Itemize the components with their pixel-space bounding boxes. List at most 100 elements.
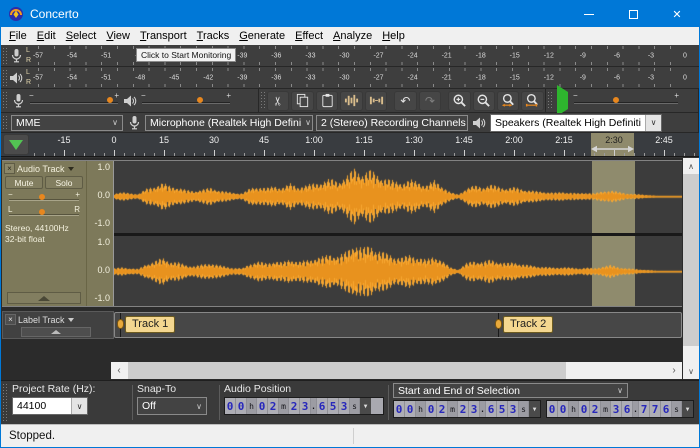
waveform-lane[interactable]	[114, 161, 682, 306]
redo-button[interactable]: ↷	[419, 91, 441, 111]
track-menu-icon[interactable]	[68, 167, 74, 171]
pinned-play-head-button[interactable]	[3, 134, 29, 155]
scroll-right-arrow[interactable]: ›	[666, 362, 682, 379]
pan-handle[interactable]	[39, 209, 45, 215]
mute-button[interactable]: Mute	[5, 176, 43, 189]
play-at-speed-button[interactable]	[553, 92, 572, 110]
time-format-dropdown-arrow[interactable]: ▼	[529, 401, 540, 417]
playback-volume-slider[interactable]: − +	[140, 91, 232, 111]
vertical-scrollbar[interactable]: ∧ ∨	[683, 158, 699, 379]
menu-help[interactable]: Help	[377, 30, 410, 42]
copy-button[interactable]	[291, 91, 313, 111]
toolbar-grip[interactable]	[2, 91, 7, 110]
recording-meter[interactable]: L R -57-54-51-48-45-42-39-36-33-30-27-24…	[1, 45, 699, 67]
selection-mode-dropdown[interactable]: Start and End of Selection ∨	[393, 383, 628, 398]
undo-button[interactable]: ↶	[394, 91, 416, 111]
menu-view[interactable]: View	[101, 30, 135, 42]
audio-track-control-panel[interactable]: × Audio Track Mute Solo − + L R	[2, 161, 86, 306]
toolbar-grip[interactable]	[260, 91, 265, 110]
trim-audio-button[interactable]	[340, 91, 362, 111]
selection-start-display[interactable]: 00h02m23.653s▼	[393, 400, 541, 418]
recording-volume-slider[interactable]: − +	[28, 91, 120, 111]
menu-generate[interactable]: Generate	[234, 30, 290, 42]
menu-analyze[interactable]: Analyze	[328, 30, 377, 42]
undo-icon: ↶	[400, 94, 410, 108]
meter-scale-value: -54	[67, 74, 77, 81]
label-text[interactable]: Track 2	[503, 316, 553, 333]
cut-button[interactable]: ✂	[267, 91, 289, 111]
snap-to-dropdown[interactable]: Off ∨	[137, 397, 207, 415]
scroll-up-arrow[interactable]: ∧	[683, 158, 699, 174]
maximize-button[interactable]	[611, 1, 655, 27]
waveform-right-channel[interactable]	[114, 236, 682, 306]
close-track-button[interactable]: ×	[4, 163, 15, 174]
menu-transport[interactable]: Transport	[135, 30, 192, 42]
label-track-control-panel[interactable]: × Label Track	[2, 311, 114, 339]
solo-button[interactable]: Solo	[45, 176, 83, 189]
menu-select[interactable]: Select	[61, 30, 102, 42]
fit-selection-button[interactable]	[497, 91, 519, 111]
monitoring-tooltip[interactable]: Click to Start Monitoring	[136, 48, 236, 62]
zoom-in-button[interactable]	[448, 91, 470, 111]
menu-file[interactable]: File	[4, 30, 32, 42]
toolbar-grip[interactable]	[2, 115, 7, 130]
playback-device-dropdown[interactable]: Speakers (Realtek High Definiti ∨	[490, 114, 662, 132]
project-rate-dropdown[interactable]: 44100 ∨	[12, 397, 88, 415]
vertical-scale-ruler[interactable]: 1.0 0.0 -1.0 1.0 0.0 -1.0	[86, 161, 114, 306]
gain-slider[interactable]: − +	[7, 190, 81, 205]
audio-track-title[interactable]: Audio Track	[17, 164, 65, 174]
time-format-dropdown-arrow[interactable]: ▼	[682, 401, 693, 417]
collapse-track-button[interactable]	[21, 327, 91, 337]
label-pin-icon[interactable]	[495, 319, 502, 329]
recording-device-value: Microphone (Realtek High Defini	[150, 117, 301, 129]
label-text[interactable]: Track 1	[125, 316, 175, 333]
zoom-out-icon	[476, 93, 491, 108]
close-button[interactable]: ✕	[655, 1, 699, 27]
waveform-left-channel[interactable]	[114, 161, 682, 232]
meter-scale-value: -33	[305, 74, 315, 81]
minimize-button[interactable]	[567, 1, 611, 27]
paste-icon	[320, 93, 335, 108]
pan-slider[interactable]: L R	[7, 205, 81, 220]
time-format-dropdown-arrow[interactable]: ▼	[360, 398, 371, 414]
toolbar-grip[interactable]	[547, 91, 552, 110]
scroll-down-arrow[interactable]: ∨	[683, 363, 699, 379]
menu-effect[interactable]: Effect	[290, 30, 328, 42]
playback-meter-bars[interactable]: L R -57-54-51-48-45-42-39-36-33-30-27-24…	[24, 67, 697, 88]
recording-meter-bars[interactable]: L R -57-54-51-48-45-42-39-36-33-30-27-24…	[24, 45, 697, 66]
scroll-left-arrow[interactable]: ‹	[111, 362, 127, 379]
recording-channels-dropdown[interactable]: 2 (Stereo) Recording Channels ∨	[316, 115, 468, 131]
audio-host-dropdown[interactable]: MME ∨	[11, 115, 123, 131]
toolbar-grip[interactable]	[2, 69, 7, 86]
play-speed-handle[interactable]	[613, 97, 619, 103]
meter-scale-value: -51	[101, 52, 111, 59]
vertical-scrollbar-thumb[interactable]	[683, 174, 699, 346]
close-track-button[interactable]: ×	[5, 314, 16, 325]
fit-project-button[interactable]	[521, 91, 543, 111]
menu-edit[interactable]: Edit	[32, 30, 61, 42]
play-speed-slider[interactable]: − +	[572, 91, 680, 111]
label-pin-icon[interactable]	[117, 319, 124, 329]
gain-handle[interactable]	[39, 194, 45, 200]
timeline-ruler[interactable]: -1501530451:001:151:301:452:002:152:302:…	[31, 133, 699, 156]
toolbar-grip[interactable]	[2, 47, 7, 64]
track-menu-icon[interactable]	[68, 318, 74, 322]
recording-volume-handle[interactable]	[107, 97, 113, 103]
paste-button[interactable]	[316, 91, 338, 111]
playback-volume-handle[interactable]	[197, 97, 203, 103]
toolbar-grip[interactable]	[2, 383, 7, 422]
label-track-title[interactable]: Label Track	[18, 315, 65, 325]
collapse-track-button[interactable]	[7, 292, 81, 304]
label-lane[interactable]: Track 1 Track 2	[114, 312, 682, 338]
recording-device-dropdown[interactable]: Microphone (Realtek High Defini ∨	[145, 115, 313, 131]
zoom-out-button[interactable]	[473, 91, 495, 111]
menu-tracks[interactable]: Tracks	[192, 30, 235, 42]
selection-end-display[interactable]: 00h02m36.776s▼	[546, 400, 694, 418]
horizontal-scrollbar[interactable]: ‹ ›	[111, 362, 682, 379]
silence-audio-button[interactable]	[365, 91, 387, 111]
ruler-time-label: 15	[159, 135, 169, 145]
horizontal-scrollbar-thumb[interactable]	[128, 362, 566, 379]
audio-position-display[interactable]: 00h02m23.653s▼	[224, 397, 384, 415]
playback-meter[interactable]: L R -57-54-51-48-45-42-39-36-33-30-27-24…	[1, 67, 699, 89]
mixer-toolbar: − + − +	[1, 89, 259, 113]
